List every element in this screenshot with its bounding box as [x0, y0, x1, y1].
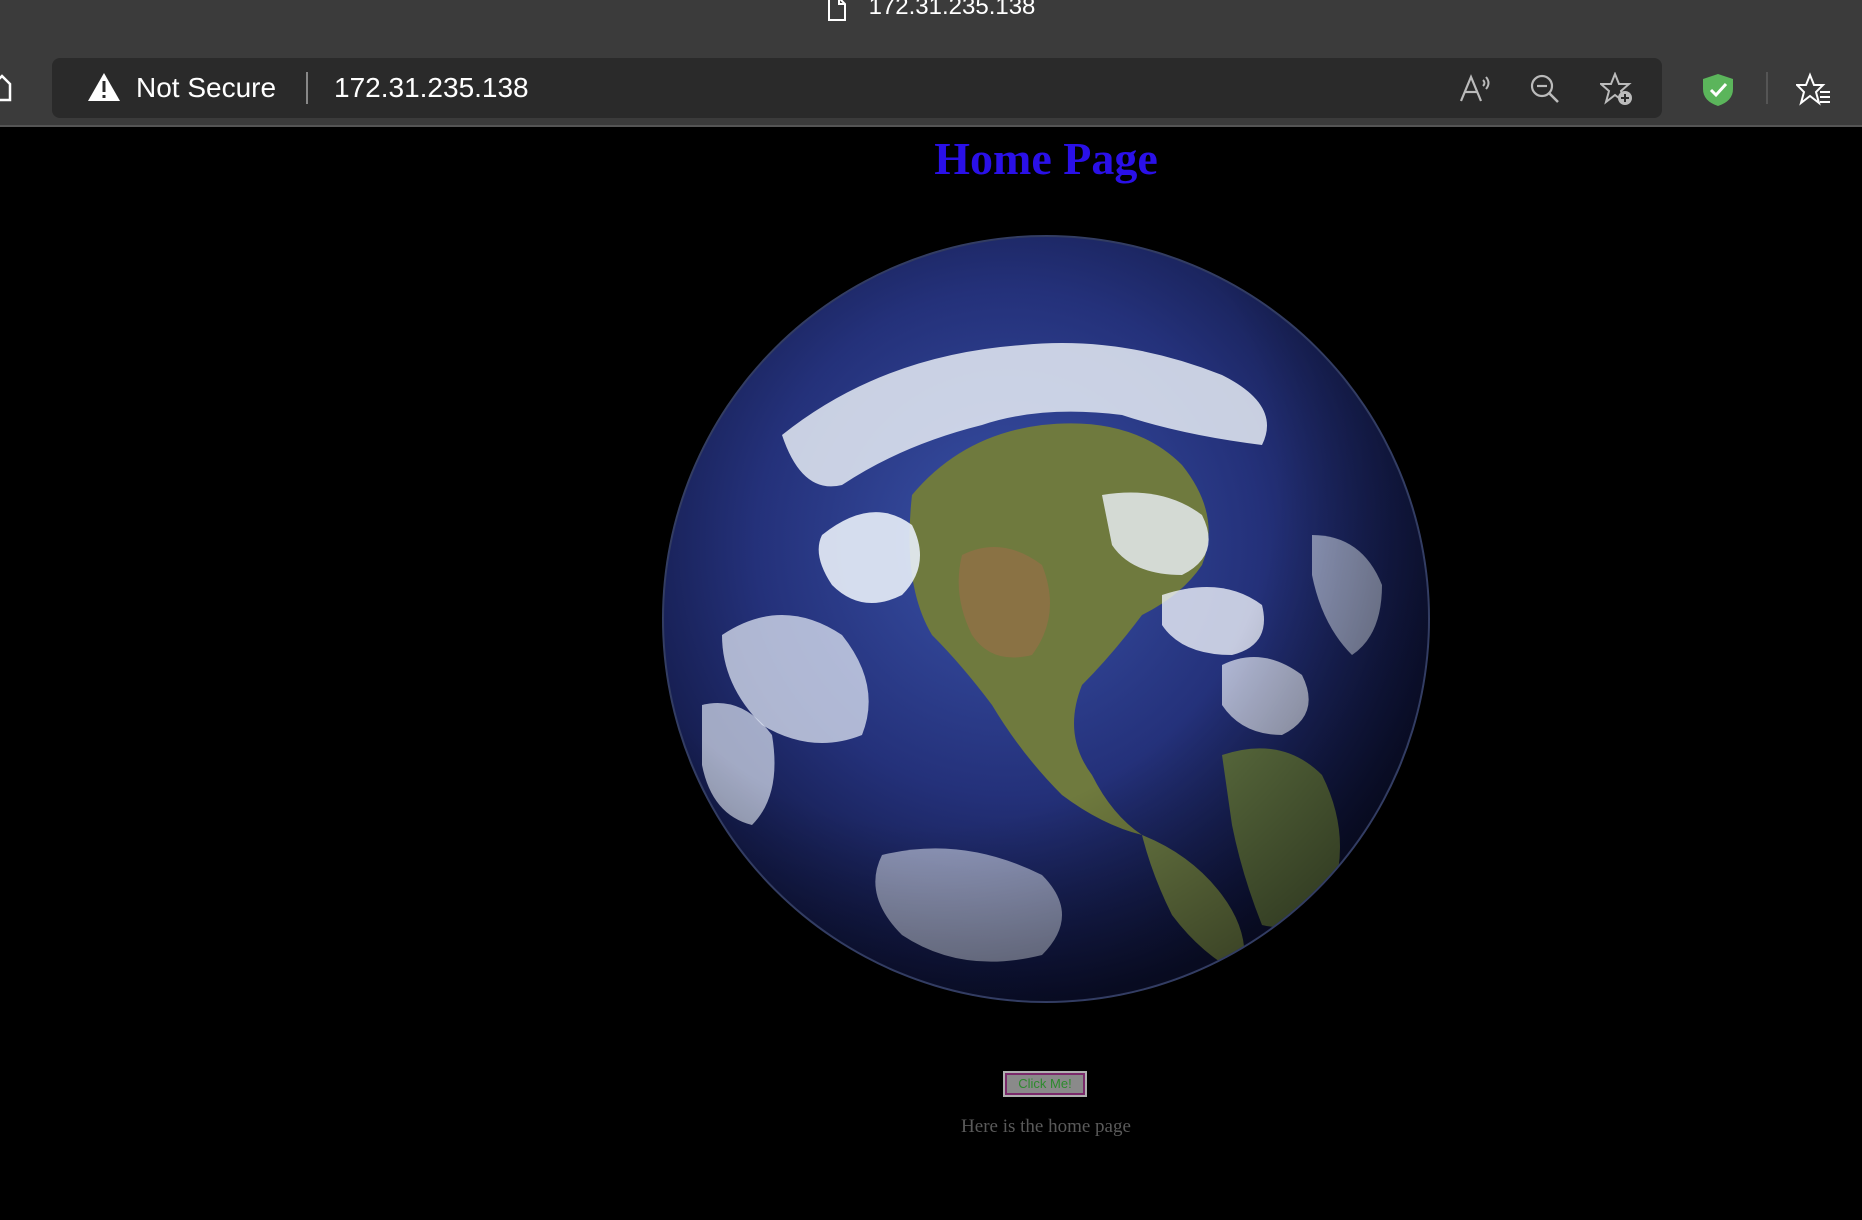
favorites-icon[interactable]: [1796, 72, 1832, 108]
read-aloud-icon[interactable]: [1458, 72, 1492, 106]
home-page-text: Here is the home page: [961, 1116, 1131, 1137]
address-divider: [306, 72, 308, 104]
web-page-content: Home Page Click Me! Here is the home pag…: [0, 127, 1862, 1220]
home-icon[interactable]: [0, 72, 12, 102]
security-status-label[interactable]: Not Secure: [136, 73, 276, 103]
tab-title[interactable]: 172.31.235.138: [0, 0, 1862, 26]
add-favorite-icon[interactable]: [1600, 72, 1634, 106]
warning-icon[interactable]: [87, 72, 121, 102]
document-icon: [827, 0, 846, 21]
url-text[interactable]: 172.31.235.138: [334, 73, 529, 103]
page-title: Home Page: [934, 133, 1158, 184]
address-bar[interactable]: Not Secure 172.31.235.138: [52, 58, 1662, 118]
browser-chrome: 172.31.235.138 Not Secure 172.31.235.138: [0, 0, 1862, 127]
click-me-button[interactable]: Click Me!: [1003, 1071, 1087, 1097]
shield-check-icon[interactable]: [1700, 72, 1736, 108]
zoom-out-icon[interactable]: [1528, 72, 1562, 106]
earth-image: [662, 235, 1430, 1003]
tab-title-text: 172.31.235.138: [868, 0, 1036, 20]
toolbar-divider: [1766, 72, 1768, 104]
